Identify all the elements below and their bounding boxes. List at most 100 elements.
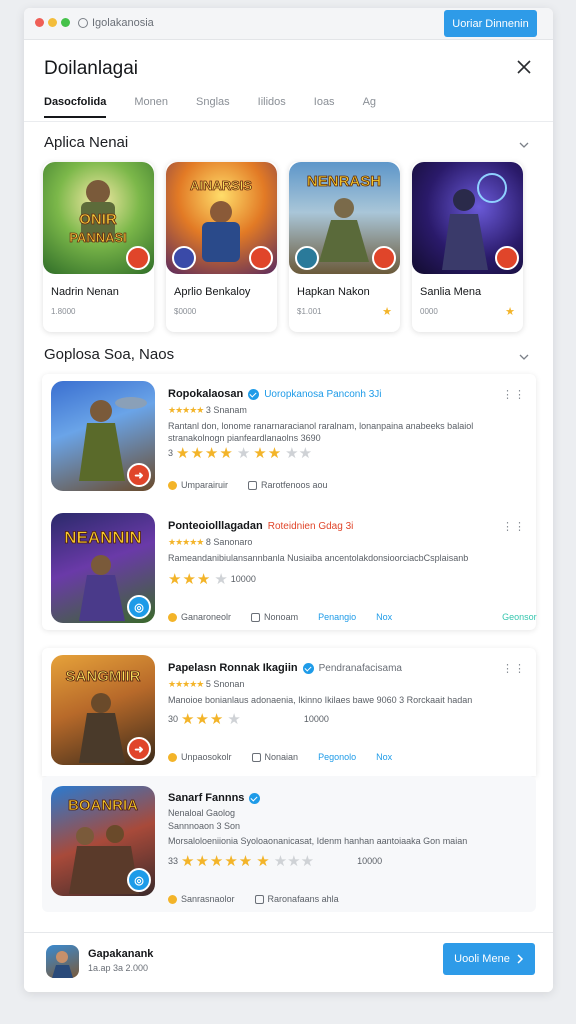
new-link[interactable]: Nox bbox=[376, 612, 392, 622]
game-description: Rantanl don, lonome ranarnaracianol rara… bbox=[168, 421, 474, 443]
game-footer: Ganaroneolr Nonoam Penangio Nox Geonsor bbox=[168, 612, 537, 622]
info-tag[interactable]: Nonoam bbox=[251, 612, 298, 622]
game-title: Ropokalaosan bbox=[168, 388, 244, 400]
genre-link[interactable]: Penangio bbox=[318, 612, 356, 622]
address-bar[interactable]: Igolakanosia bbox=[78, 17, 154, 29]
tab-monen[interactable]: Monen bbox=[134, 96, 168, 118]
star-icon: ★ bbox=[227, 711, 241, 728]
game-list: ➜ Ropokalaosan Uoropkanosa Panconh 3Ji ★… bbox=[42, 374, 537, 912]
featured-meta: $0000 bbox=[174, 307, 197, 316]
bottom-bar: Gapakanank 1a.ap 3a 2.000 Uooli Mene bbox=[24, 932, 553, 992]
address-text: Igolakanosia bbox=[92, 17, 154, 29]
game-artwork: ➜ bbox=[51, 381, 155, 491]
rating-stars: 3 ★★★★ ★ ★★ ★★ bbox=[168, 445, 313, 462]
tab-ag[interactable]: Ag bbox=[363, 96, 376, 118]
info-tag[interactable]: Rarotfenoos aou bbox=[248, 480, 328, 490]
game-footer: Sanrasnaolor Raronafaans ahla bbox=[168, 894, 339, 904]
star-icon: ★★★★★ bbox=[168, 537, 204, 547]
rating-stars: 33 ★★★★★ ★ ★★★ 10000 bbox=[168, 853, 383, 870]
featured-card[interactable]: Sanlia Mena 0000 ★ bbox=[412, 162, 523, 332]
game-description: Morsaloloeniionia Syoloaonanicasat, Iden… bbox=[168, 836, 468, 846]
list-section-title: Goplosa Soa, Naos bbox=[44, 346, 175, 363]
rating-stars: ★★★ ★ 10000 bbox=[168, 571, 256, 588]
play-icon: ➜ bbox=[127, 463, 151, 487]
info-tag[interactable]: Raronafaans ahla bbox=[254, 894, 339, 904]
chevron-down-icon[interactable] bbox=[519, 352, 529, 362]
svg-text:NENRASH: NENRASH bbox=[307, 173, 381, 190]
verified-icon bbox=[249, 792, 261, 804]
star-icon: ★ bbox=[382, 306, 392, 318]
verified-icon bbox=[248, 388, 260, 400]
close-icon[interactable] bbox=[515, 58, 533, 76]
app-window: Igolakanosia Uoriar Dinnenin Doilanlagai… bbox=[24, 8, 553, 992]
game-footer: Unpaosokolr Nonaian Pegonolo Nox bbox=[168, 752, 392, 762]
user-name: Gapakanank bbox=[88, 948, 154, 960]
verified-icon bbox=[302, 662, 314, 674]
tab-bar: Dasocfolida Monen Snglas Iilidos Ioas Ag bbox=[44, 96, 404, 118]
tab-dasocfolida[interactable]: Dasocfolida bbox=[44, 96, 107, 118]
publisher-link[interactable]: Pendranafacisama bbox=[319, 663, 402, 674]
rating-stars: 30 ★★★ ★ 10000 bbox=[168, 711, 329, 728]
list-item[interactable]: ➜ Ropokalaosan Uoropkanosa Panconh 3Ji ★… bbox=[42, 374, 537, 630]
category-tag[interactable]: Umparairuir bbox=[168, 480, 228, 490]
minimize-window-button[interactable] bbox=[48, 18, 57, 27]
avatar[interactable] bbox=[46, 945, 79, 978]
featured-name: Nadrin Nenan bbox=[51, 286, 119, 298]
star-icon: ★★ bbox=[253, 445, 283, 462]
publisher-link[interactable]: Uoropkanosa Panconh 3Ji bbox=[264, 389, 381, 400]
game-title: Ponteoiolllagadan bbox=[168, 520, 263, 532]
game-title: Papelasn Ronnak Ikagiin bbox=[168, 662, 298, 674]
chevron-right-icon bbox=[517, 954, 523, 964]
star-icon: ★★★ bbox=[168, 571, 212, 588]
more-icon[interactable]: ⋮⋮ bbox=[502, 388, 526, 401]
featured-section-title: Aplica Nenai bbox=[44, 134, 129, 151]
game-title-row: Ponteoiolllagadan Roteidnien Gdag 3i bbox=[168, 520, 353, 532]
game-artwork: AINARSIS bbox=[166, 162, 277, 274]
more-icon[interactable]: ⋮⋮ bbox=[502, 662, 526, 675]
svg-text:AINARSIS: AINARSIS bbox=[190, 178, 252, 193]
featured-card[interactable]: AINARSIS Aprlio Benkaloy $0000 bbox=[166, 162, 277, 332]
info-tag[interactable]: Nonaian bbox=[251, 752, 298, 762]
rating-summary: ★★★★★ 3 Snanam bbox=[168, 405, 247, 415]
featured-card[interactable]: ONIR PANNASI Nadrin Nenan 1.8000 bbox=[43, 162, 154, 332]
more-icon[interactable]: ⋮⋮ bbox=[502, 520, 526, 533]
chevron-down-icon[interactable] bbox=[519, 140, 529, 150]
rating-summary: ★★★★★ 5 Snonan bbox=[168, 679, 245, 689]
tab-ioas[interactable]: Ioas bbox=[314, 96, 335, 118]
game-artwork: NENRASH bbox=[289, 162, 400, 274]
game-description: Manoioe bonianlaus adonaenia, Ikinno Iki… bbox=[168, 695, 473, 705]
publisher-link[interactable]: Roteidnien Gdag 3i bbox=[268, 521, 354, 532]
tab-snglas[interactable]: Snglas bbox=[196, 96, 230, 118]
top-action-button[interactable]: Uoriar Dinnenin bbox=[444, 10, 537, 37]
maximize-window-button[interactable] bbox=[61, 18, 70, 27]
category-tag[interactable]: Unpaosokolr bbox=[168, 752, 232, 762]
new-link[interactable]: Nox bbox=[376, 752, 392, 762]
list-item[interactable]: BOANRIA ◎ Sanarf Fannns Nenaloal Gaolog … bbox=[42, 776, 536, 912]
category-tag[interactable]: Ganaroneolr bbox=[168, 612, 231, 622]
user-meta: 1a.ap 3a 2.000 bbox=[88, 963, 149, 973]
genre-link[interactable]: Pegonolo bbox=[318, 752, 356, 762]
close-window-button[interactable] bbox=[35, 18, 44, 27]
bottom-button-label: Uooli Mene bbox=[454, 953, 510, 965]
game-artwork: NEANNIN ◎ bbox=[51, 513, 155, 623]
featured-meta: 1.8000 bbox=[51, 307, 76, 316]
title-bar: Igolakanosia Uoriar Dinnenin bbox=[24, 8, 553, 40]
featured-meta: 0000 bbox=[420, 307, 438, 316]
featured-card[interactable]: NENRASH Hapkan Nakon $1.001 ★ bbox=[289, 162, 400, 332]
game-artwork: ONIR PANNASI bbox=[43, 162, 154, 274]
svg-text:SANGMIIR: SANGMIIR bbox=[66, 668, 141, 685]
star-icon: ★ bbox=[236, 445, 251, 462]
info-icon bbox=[78, 18, 88, 28]
list-item[interactable]: SANGMIIR ➜ Papelasn Ronnak Ikagiin Pendr… bbox=[42, 648, 536, 776]
game-footer: Umparairuir Rarotfenoos aou bbox=[168, 480, 328, 490]
svg-text:NEANNIN: NEANNIN bbox=[64, 528, 141, 547]
game-title: Sanarf Fannns bbox=[168, 792, 245, 804]
play-icon: ◎ bbox=[127, 595, 151, 619]
star-icon: ★★★★ bbox=[176, 445, 234, 462]
tab-iilidos[interactable]: Iilidos bbox=[258, 96, 286, 118]
category-tag[interactable]: Sanrasnaolor bbox=[168, 894, 235, 904]
svg-text:BOANRIA: BOANRIA bbox=[68, 797, 138, 814]
status-label: Geonsor bbox=[502, 612, 537, 622]
star-icon: ★ bbox=[214, 571, 228, 588]
bottom-action-button[interactable]: Uooli Mene bbox=[443, 943, 535, 975]
